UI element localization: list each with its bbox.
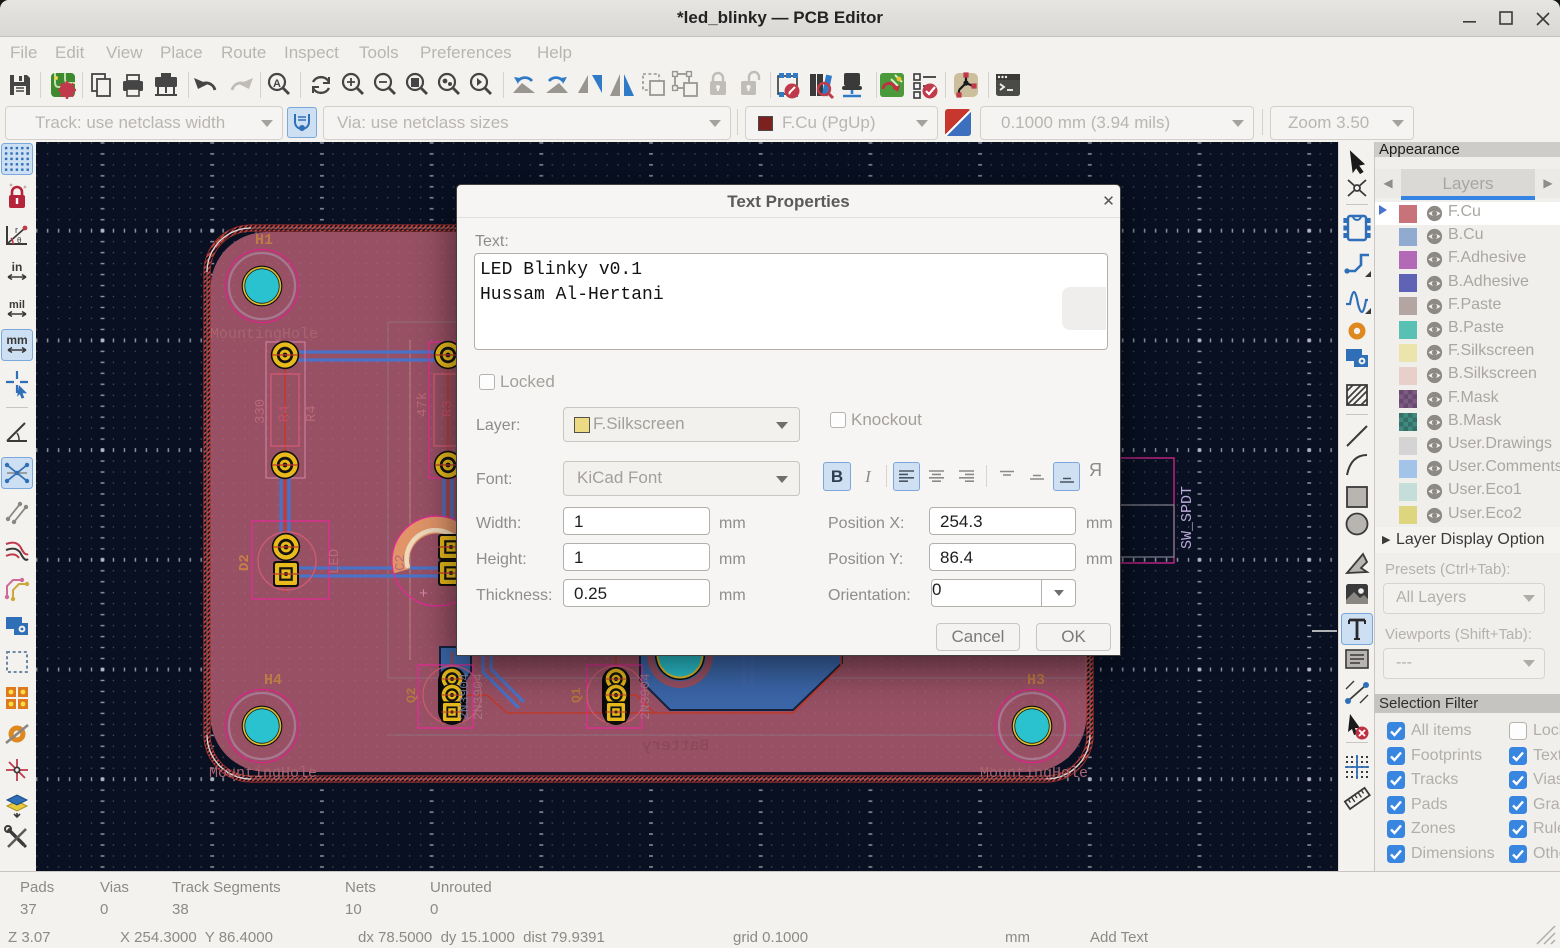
svg-text:330: 330 [253,399,269,424]
svg-text:2N3904: 2N3904 [457,673,472,720]
svg-text:H3: H3 [1027,672,1045,689]
svg-text:2N3904: 2N3904 [471,673,486,720]
svg-text:C2: C2 [393,554,409,571]
svg-text:R4: R4 [304,405,320,422]
svg-text:2N3904: 2N3904 [638,673,653,720]
svg-text:mil: mil [9,299,25,311]
svg-text:LED: LED [327,549,343,574]
svg-text:H1: H1 [255,232,273,249]
svg-text:A: A [273,78,281,90]
svg-text:θ: θ [17,236,22,245]
svg-text:+: + [419,586,428,603]
svg-text:R3: R3 [440,400,456,417]
svg-text:SW_SPDT: SW_SPDT [1179,486,1196,549]
svg-text:Q1: Q1 [569,687,584,703]
svg-text:mm: mm [6,333,27,347]
svg-text:MountingHole: MountingHole [980,765,1088,782]
svg-text:r: r [15,225,18,235]
svg-text:D2: D2 [237,554,253,571]
svg-text:R4: R4 [277,405,293,422]
svg-text:47k: 47k [415,392,431,417]
svg-text:Q2: Q2 [404,687,419,703]
svg-text:in: in [12,260,23,274]
svg-text:MountingHole: MountingHole [210,326,318,343]
svg-text:MountingHole: MountingHole [209,765,317,782]
svg-text:H4: H4 [264,672,282,689]
svg-text:Battery: Battery [641,737,709,755]
